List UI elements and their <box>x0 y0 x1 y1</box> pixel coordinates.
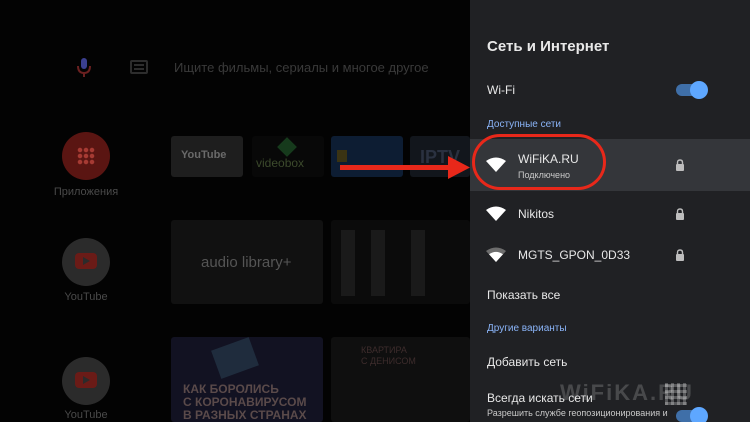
qr-code-icon <box>665 383 687 405</box>
always-scan-toggle[interactable] <box>676 407 708 422</box>
network-name: MGTS_GPON_0D33 <box>518 248 631 262</box>
tile-label: YouTube <box>181 149 227 161</box>
tile-label: audio library+ <box>201 254 292 271</box>
keyboard-icon[interactable] <box>130 60 148 74</box>
media-tile[interactable] <box>331 220 470 304</box>
wifi-toggle[interactable] <box>676 81 708 99</box>
tile-label: videobox <box>256 156 305 170</box>
video-tile[interactable]: КВАРТИРА С ДЕНИСОМ <box>331 337 470 422</box>
add-network-button[interactable]: Добавить сеть <box>470 347 750 377</box>
show-all-label: Показать все <box>487 288 561 302</box>
speaker-shape <box>341 230 355 296</box>
audio-library-tile[interactable]: audio library+ <box>171 220 323 304</box>
network-settings-panel: Сеть и Интернет Wi-Fi Доступные сети WiF… <box>470 0 750 422</box>
toggle-knob <box>690 81 708 99</box>
videobox-app-tile[interactable]: videobox <box>252 136 324 177</box>
other-options-header: Другие варианты <box>487 323 567 334</box>
panel-title: Сеть и Интернет <box>487 38 610 55</box>
tile-caption: КВАРТИРА С ДЕНИСОМ <box>361 345 416 366</box>
apps-grid-icon <box>77 147 95 165</box>
available-networks-header: Доступные сети <box>487 119 561 130</box>
search-bar[interactable]: Ищите фильмы, сериалы и многое другое <box>0 48 470 88</box>
speaker-shape <box>411 230 425 296</box>
wifi-signal-icon <box>486 206 506 221</box>
network-item-mgts[interactable]: MGTS_GPON_0D33 <box>470 229 750 281</box>
apps-label: Приложения <box>53 186 119 198</box>
tv-home-screen: Ищите фильмы, сериалы и многое другое Пр… <box>0 0 470 422</box>
wifi-label: Wi-Fi <box>487 83 515 97</box>
show-all-button[interactable]: Показать все <box>470 280 750 310</box>
lock-icon <box>676 208 684 220</box>
youtube-label: YouTube <box>64 291 108 303</box>
youtube-app-tile[interactable]: YouTube <box>171 136 243 177</box>
wifi-toggle-row[interactable]: Wi-Fi <box>470 74 750 104</box>
youtube-channel-button[interactable] <box>62 357 110 405</box>
wifi-signal-icon <box>486 247 506 262</box>
tile-caption: КАК БОРОЛИСЬ С КОРОНАВИРУСОМ В РАЗНЫХ СТ… <box>183 382 307 422</box>
apps-button[interactable] <box>62 132 110 180</box>
youtube-label: YouTube <box>64 409 108 421</box>
lock-icon <box>676 159 684 171</box>
youtube-icon <box>75 253 97 269</box>
speaker-shape <box>371 230 385 296</box>
videobox-logo-icon <box>277 137 297 157</box>
toggle-knob <box>690 407 708 422</box>
lock-icon <box>676 249 684 261</box>
network-name: Nikitos <box>518 207 555 221</box>
youtube-channel-button[interactable] <box>62 238 110 286</box>
highlight-ring <box>472 134 606 190</box>
microphone-icon[interactable] <box>74 57 94 79</box>
thumbnail-art <box>211 337 259 379</box>
search-placeholder[interactable]: Ищите фильмы, сериалы и многое другое <box>174 60 429 75</box>
news-video-tile[interactable]: КАК БОРОЛИСЬ С КОРОНАВИРУСОМ В РАЗНЫХ СТ… <box>171 337 323 422</box>
highlight-arrow-icon <box>340 156 470 179</box>
youtube-icon <box>75 372 97 388</box>
always-scan-description: Разрешить службе геопозиционирования и <box>487 408 668 418</box>
add-network-label: Добавить сеть <box>487 355 568 369</box>
